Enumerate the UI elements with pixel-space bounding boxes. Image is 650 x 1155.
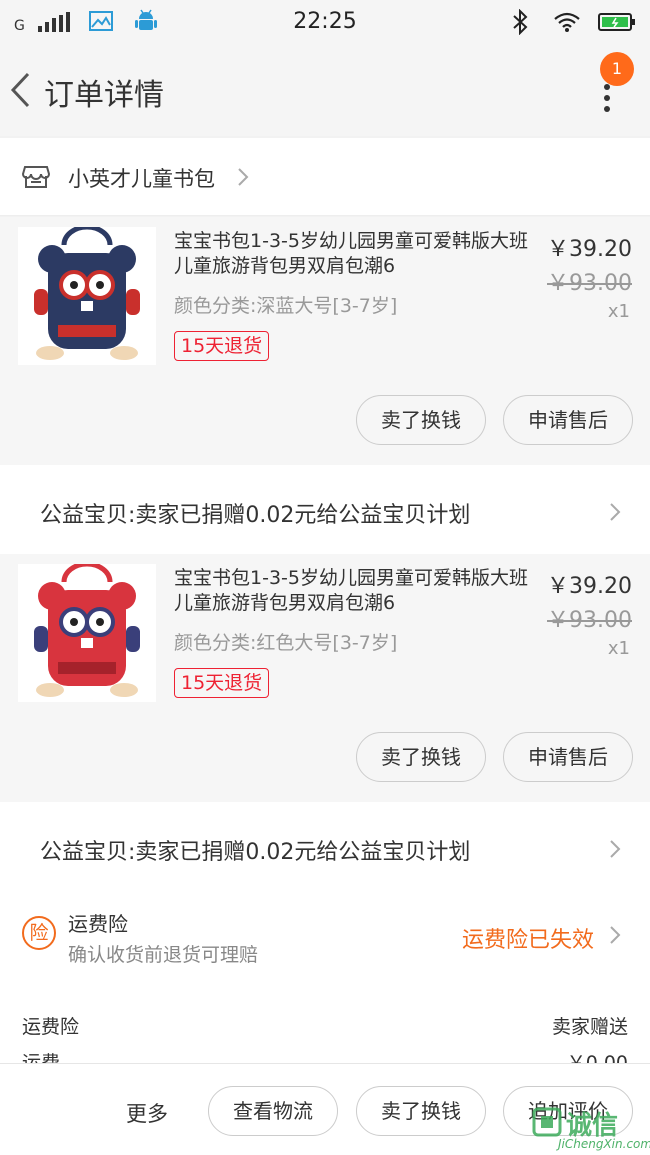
insurance-icon: 险: [22, 916, 56, 950]
fee-label: 运费险: [22, 1016, 80, 1038]
original-price: ￥93.00: [547, 608, 632, 633]
more-button[interactable]: 更多: [126, 1098, 168, 1128]
battery-icon: [598, 13, 635, 31]
product-thumbnail[interactable]: [18, 227, 156, 365]
fee-row: 运费 ￥0.00: [22, 1048, 628, 1064]
insurance-subtitle: 确认收货前退货可理赔: [68, 944, 259, 966]
insurance-status: 运费险已失效: [462, 928, 595, 953]
after-sale-button[interactable]: 申请售后: [503, 395, 633, 445]
original-price: ￥93.00: [547, 271, 632, 296]
order-item[interactable]: 宝宝书包1-3-5岁幼儿园男童可爱韩版大班儿童旅游背包男双肩包潮6 颜色分类:深…: [0, 217, 650, 465]
product-sku: 颜色分类:深蓝大号[3-7岁]: [174, 295, 398, 317]
return-policy-tag: 15天退货: [174, 668, 270, 698]
product-sku: 颜色分类:红色大号[3-7岁]: [174, 632, 398, 654]
nav-bar: 订单详情 1: [0, 44, 650, 136]
watermark-logo-icon: [532, 1107, 562, 1137]
product-title[interactable]: 宝宝书包1-3-5岁幼儿园男童可爱韩版大班儿童旅游背包男双肩包潮6: [174, 229, 544, 279]
watermark: 诚信 JiChengXin.com: [530, 1103, 650, 1155]
sell-button[interactable]: 卖了换钱: [356, 395, 486, 445]
insurance-title: 运费险: [68, 912, 128, 936]
chevron-right-icon: [610, 926, 621, 944]
shop-header[interactable]: 小英才儿童书包: [0, 138, 650, 216]
status-bar: G 22:25: [0, 0, 650, 44]
shipping-insurance-row[interactable]: 险 运费险 确认收货前退货可理赔 运费险已失效: [0, 888, 650, 984]
store-icon: [22, 166, 50, 188]
fee-row: 运费险 卖家赠送: [22, 1012, 628, 1042]
view-logistics-button[interactable]: 查看物流: [208, 1086, 338, 1136]
chevron-right-icon: [610, 503, 621, 521]
charity-text: 公益宝贝:卖家已捐赠0.02元给公益宝贝计划: [40, 840, 471, 865]
product-quantity: x1: [607, 301, 630, 322]
fee-value: ￥0.00: [566, 1052, 628, 1064]
notification-badge: 1: [600, 52, 634, 86]
charity-row[interactable]: 公益宝贝:卖家已捐赠0.02元给公益宝贝计划: [0, 802, 650, 892]
product-title[interactable]: 宝宝书包1-3-5岁幼儿园男童可爱韩版大班儿童旅游背包男双肩包潮6: [174, 566, 544, 616]
fee-summary: 运费险 卖家赠送 运费 ￥0.00: [0, 984, 650, 1064]
product-thumbnail[interactable]: [18, 564, 156, 702]
return-policy-tag: 15天退货: [174, 331, 270, 361]
sell-button[interactable]: 卖了换钱: [356, 732, 486, 782]
fee-value: 卖家赠送: [551, 1016, 628, 1038]
chevron-right-icon: [238, 168, 249, 186]
charity-text: 公益宝贝:卖家已捐赠0.02元给公益宝贝计划: [40, 503, 471, 528]
bluetooth-icon: [513, 9, 528, 35]
chevron-right-icon: [610, 840, 621, 858]
product-quantity: x1: [607, 638, 630, 659]
watermark-url: JiChengXin.com: [558, 1137, 650, 1151]
fee-label: 运费: [22, 1052, 61, 1064]
product-price: ￥39.20: [547, 237, 632, 262]
charity-row[interactable]: 公益宝贝:卖家已捐赠0.02元给公益宝贝计划: [0, 465, 650, 555]
clock: 22:25: [293, 9, 357, 34]
order-item[interactable]: 宝宝书包1-3-5岁幼儿园男童可爱韩版大班儿童旅游背包男双肩包潮6 颜色分类:红…: [0, 554, 650, 802]
wifi-icon: [554, 12, 580, 32]
after-sale-button[interactable]: 申请售后: [503, 732, 633, 782]
sell-button[interactable]: 卖了换钱: [356, 1086, 486, 1136]
shop-name: 小英才儿童书包: [68, 167, 215, 191]
page-title: 订单详情: [44, 78, 164, 113]
back-arrow-icon[interactable]: [8, 70, 34, 110]
product-price: ￥39.20: [547, 574, 632, 599]
